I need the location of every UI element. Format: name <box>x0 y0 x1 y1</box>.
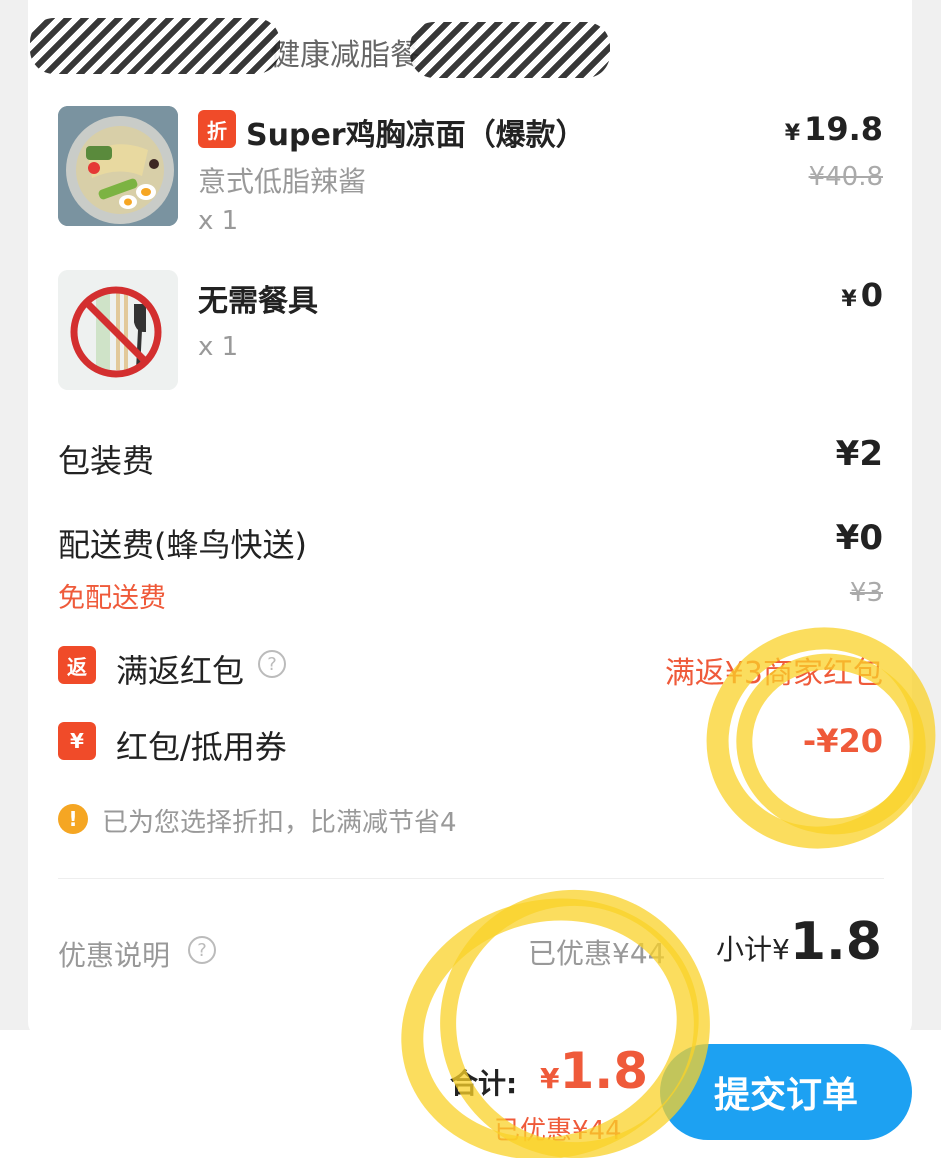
discount-tag-text: 折 <box>207 118 227 143</box>
coupon-tag-text: ¥ <box>70 729 84 753</box>
item-title[interactable]: Super鸡胸凉面（爆款） <box>246 110 586 154</box>
delivery-fee-label: 配送费(蜂鸟快送) <box>58 526 307 564</box>
question-circle-icon[interactable]: ? <box>188 936 216 964</box>
item-title[interactable]: 无需餐具 <box>198 276 318 320</box>
coupon-value[interactable]: -¥20 <box>803 722 883 760</box>
divider <box>58 878 884 879</box>
total-label: 合计: <box>450 1067 518 1100</box>
exclamation-circle-icon: ! <box>58 804 88 834</box>
submit-order-button[interactable]: 提交订单 <box>660 1044 912 1140</box>
item-quantity: x 1 <box>198 206 239 236</box>
subtotal-value: 1.8 <box>789 912 882 972</box>
discount-tag: 折 <box>198 110 236 148</box>
coupon-label[interactable]: 红包/抵用券 <box>116 722 287 768</box>
item-quantity: x 1 <box>198 332 239 362</box>
rebate-label: 满返红包 <box>116 652 245 690</box>
item-price-value: 0 <box>860 276 883 314</box>
bottom-saved-text: 已优惠¥44 <box>494 1116 622 1146</box>
discount-notice: 已为您选择折扣，比满减节省4 <box>102 808 457 838</box>
item-original-price: ¥40.8 <box>808 162 883 192</box>
coupon-tag: ¥ <box>58 722 96 760</box>
item-price: ¥0 <box>841 276 883 314</box>
currency-symbol: ¥ <box>784 121 801 146</box>
discount-info-label[interactable]: 优惠说明 <box>58 934 170 974</box>
rebate-tag-text: 返 <box>67 654 87 679</box>
delivery-original-fee: ¥3 <box>849 578 883 608</box>
summary-saved-text: 已优惠¥44 <box>528 937 666 970</box>
item-price: ¥19.8 <box>785 110 883 148</box>
subtotal-label: 小计¥ <box>716 933 790 966</box>
item-price-value: 19.8 <box>804 110 883 148</box>
product-image-chicken-noodle[interactable] <box>58 106 178 226</box>
redaction-mark-right <box>410 22 610 78</box>
rebate-tag: 返 <box>58 646 96 684</box>
rebate-value[interactable]: 满返¥3商家红包 <box>665 648 883 692</box>
delivery-fee-value: ¥0 <box>835 518 883 558</box>
shop-name: 健康减脂餐 <box>270 30 420 74</box>
no-cutlery-image[interactable] <box>58 270 178 390</box>
packaging-fee-value: ¥2 <box>835 434 883 474</box>
currency-symbol: ¥ <box>540 1062 560 1095</box>
warning-symbol: ! <box>68 807 78 831</box>
subtotal: 小计¥1.8 <box>716 912 882 972</box>
free-delivery-label: 免配送费 <box>58 583 166 614</box>
currency-symbol: ¥ <box>841 287 857 312</box>
shop-name-text: 健康减脂餐 <box>270 38 420 73</box>
question-circle-icon[interactable]: ? <box>258 650 286 678</box>
total-amount: ¥1.8 <box>540 1042 648 1100</box>
item-spec: 意式低脂辣酱 <box>198 165 367 198</box>
total-value: 1.8 <box>559 1042 649 1100</box>
packaging-fee-label: 包装费 <box>58 442 155 480</box>
redaction-mark-left <box>30 18 280 74</box>
